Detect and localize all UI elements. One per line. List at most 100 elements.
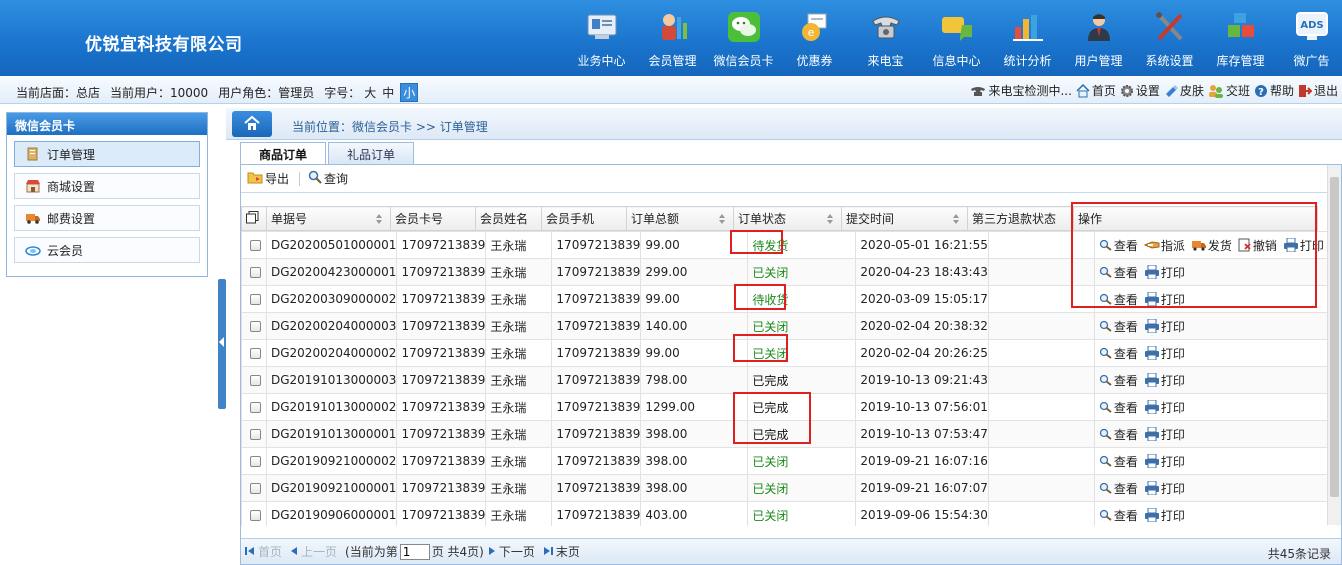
print-button[interactable]: 打印 [1144,318,1185,335]
print-button[interactable]: 打印 [1144,291,1185,308]
row-checkbox[interactable] [250,240,261,251]
scroll-thumb[interactable] [1330,177,1339,497]
top-link-skin[interactable]: 皮肤 [1164,82,1204,99]
view-button[interactable]: 查看 [1099,318,1138,335]
prev-page-button[interactable]: 上一页 [290,543,337,560]
top-link-shift[interactable]: 交班 [1208,82,1250,99]
query-button[interactable]: 查询 [308,170,348,187]
view-button[interactable]: 查看 [1099,480,1138,497]
nav-item-statistics[interactable]: 统计分析 [992,10,1063,70]
cancel-button[interactable]: 撤销 [1238,237,1277,254]
column-header-member-name[interactable]: 会员姓名 [475,206,542,231]
row-checkbox-cell[interactable] [241,420,267,448]
sidebar-item-shipping-settings[interactable]: 邮费设置 [14,205,200,231]
view-button[interactable]: 查看 [1099,399,1138,416]
column-header-order-no[interactable]: 单据号 [266,206,391,231]
print-button[interactable]: 打印 [1144,507,1185,524]
table-row[interactable]: DG20200204000003 17097213839 王永瑞 1709721383… [241,312,1339,340]
font-size-large[interactable]: 大 [364,84,376,101]
column-header-refund-status[interactable]: 第三方退款状态 [967,206,1074,231]
sidebar-item-order-management[interactable]: 订单管理 [14,141,200,167]
page-number-input[interactable] [399,543,430,560]
nav-item-inventory[interactable]: 库存管理 [1205,10,1276,70]
view-button[interactable]: 查看 [1099,507,1138,524]
print-button[interactable]: 打印 [1283,237,1324,254]
nav-item-tools[interactable]: 系统设置 [1134,10,1205,70]
table-row[interactable]: DG20191013000001 17097213839 王永瑞 1709721383… [241,420,1339,448]
row-checkbox[interactable] [250,348,261,359]
nav-item-phone[interactable]: 来电宝 [850,10,921,70]
table-row[interactable]: DG20200501000001 17097213839 王永瑞 1709721383… [241,231,1339,259]
row-checkbox-cell[interactable] [241,393,267,421]
table-row[interactable]: DG20191013000002 17097213839 王永瑞 1709721383… [241,393,1339,421]
nav-item-member-management[interactable]: 会员管理 [637,10,708,70]
nav-item-ads[interactable]: ADS 微广告 [1276,10,1342,70]
row-checkbox[interactable] [250,402,261,413]
row-checkbox[interactable] [250,294,261,305]
column-header-card-no[interactable]: 会员卡号 [390,206,476,231]
vertical-scrollbar[interactable] [1327,165,1341,525]
font-size-medium[interactable]: 中 [382,84,394,101]
row-checkbox-cell[interactable] [241,285,267,313]
row-checkbox[interactable] [250,429,261,440]
print-button[interactable]: 打印 [1144,264,1185,281]
top-link-phone[interactable]: 来电宝检测中... [970,82,1072,99]
table-row[interactable]: DG20200309000002 17097213839 王永瑞 1709721383… [241,285,1339,313]
table-row[interactable]: DG20191013000003 17097213839 王永瑞 1709721383… [241,366,1339,394]
row-checkbox-cell[interactable] [241,312,267,340]
column-header-order-status[interactable]: 订单状态 [733,206,842,231]
column-header-order-total[interactable]: 订单总额 [626,206,734,231]
row-checkbox-cell[interactable] [241,366,267,394]
row-checkbox[interactable] [250,483,261,494]
row-checkbox[interactable] [250,267,261,278]
print-button[interactable]: 打印 [1144,345,1185,362]
sidebar-item-mall-settings[interactable]: 商城设置 [14,173,200,199]
table-row[interactable]: DG20190906000001 17097213839 王永瑞 1709721383… [241,501,1339,526]
row-checkbox-cell[interactable] [241,231,267,259]
print-button[interactable]: 打印 [1144,399,1185,416]
row-checkbox-cell[interactable] [241,258,267,286]
export-button[interactable]: 导出 [247,170,289,187]
print-button[interactable]: 打印 [1144,426,1185,443]
view-button[interactable]: 查看 [1099,372,1138,389]
sidebar-item-cloud-member[interactable]: 云会员 [14,237,200,263]
print-button[interactable]: 打印 [1144,480,1185,497]
view-button[interactable]: 查看 [1099,345,1138,362]
font-size-small[interactable]: 小 [400,83,419,102]
last-page-button[interactable]: 末页 [543,543,580,560]
home-button[interactable] [232,111,272,137]
row-checkbox[interactable] [250,510,261,521]
table-row[interactable]: DG20200423000001 17097213839 王永瑞 1709721383… [241,258,1339,286]
top-link-logout[interactable]: 退出 [1298,82,1338,99]
view-button[interactable]: 查看 [1099,453,1138,470]
row-checkbox-cell[interactable] [241,501,267,526]
tab-gift-orders[interactable]: 礼品订单 [328,142,415,164]
view-button[interactable]: 查看 [1099,264,1138,281]
top-link-help[interactable]: ? 帮助 [1254,82,1294,99]
table-row[interactable]: DG20190921000001 17097213839 王永瑞 1709721383… [241,474,1339,502]
print-button[interactable]: 打印 [1144,453,1185,470]
nav-item-message-center[interactable]: 信息中心 [921,10,992,70]
table-row[interactable]: DG20190921000002 17097213839 王永瑞 1709721383… [241,447,1339,475]
nav-item-coupon[interactable]: e 优惠券 [779,10,850,70]
nav-item-wechat-card[interactable]: 微信会员卡 [708,10,779,70]
view-button[interactable]: 查看 [1099,237,1138,254]
row-checkbox[interactable] [250,375,261,386]
nav-item-business-center[interactable]: 业务中心 [566,10,637,70]
ship-button[interactable]: 发货 [1191,237,1232,254]
column-header-member-phone[interactable]: 会员手机 [541,206,627,231]
view-button[interactable]: 查看 [1099,291,1138,308]
row-checkbox-cell[interactable] [241,339,267,367]
column-header-submit-time[interactable]: 提交时间 [841,206,968,231]
next-page-button[interactable]: 下一页 [488,543,535,560]
row-checkbox-cell[interactable] [241,447,267,475]
tab-goods-orders[interactable]: 商品订单 [240,142,327,164]
row-checkbox[interactable] [250,321,261,332]
sidebar-collapse-handle[interactable] [218,279,226,409]
table-row[interactable]: DG20200204000002 17097213839 王永瑞 1709721383… [241,339,1339,367]
print-button[interactable]: 打印 [1144,372,1185,389]
assign-button[interactable]: 指派 [1143,237,1185,254]
top-link-home[interactable]: 首页 [1076,82,1116,99]
first-page-button[interactable]: 首页 [245,543,282,560]
row-checkbox-cell[interactable] [241,474,267,502]
